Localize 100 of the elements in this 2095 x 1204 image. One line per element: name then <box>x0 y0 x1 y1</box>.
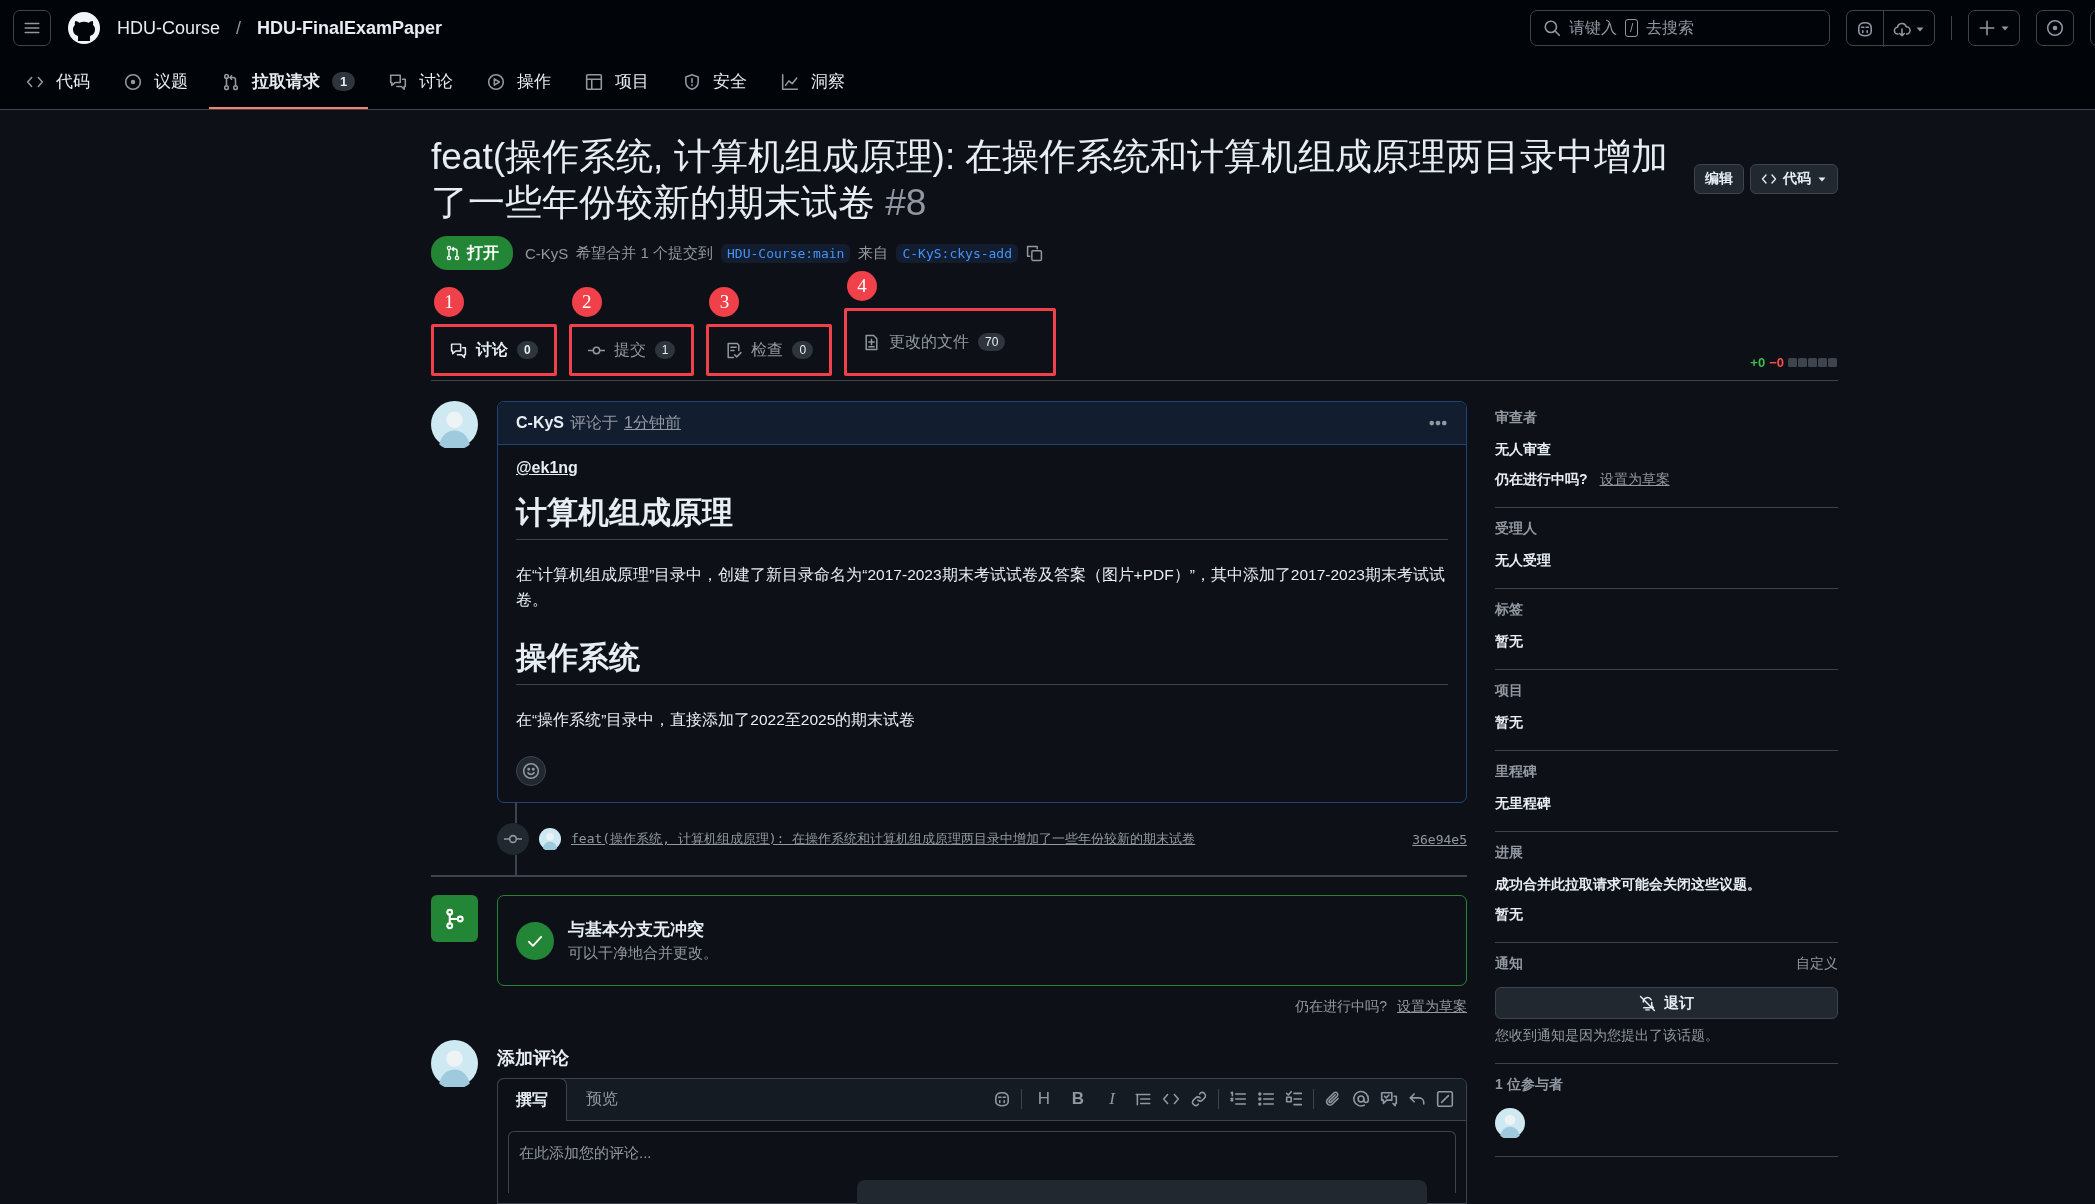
reaction-button[interactable] <box>516 756 546 786</box>
diffstat-bar-icon <box>1788 357 1838 367</box>
commit-message-link[interactable]: feat(操作系统, 计算机组成原理): 在操作系统和计算机组成原理两目录中增加了一些年份较新的期末试卷 <box>571 830 1196 848</box>
tab-label: 拉取请求 <box>252 71 320 93</box>
sidebar-heading: 受理人 <box>1495 520 1537 538</box>
fullscreen-icon[interactable] <box>1436 1090 1454 1108</box>
pr-tab[interactable]: 更改的文件 70 <box>855 325 1014 359</box>
pr-tab[interactable]: 检查 0 <box>717 333 822 367</box>
sidebar-value: 成功合并此拉取请求可能会关闭这些议题。 <box>1495 876 1762 894</box>
pr-tab[interactable]: 讨论 0 <box>442 333 546 367</box>
create-button[interactable] <box>1968 10 2020 46</box>
graph-icon <box>781 72 800 91</box>
branch-label[interactable]: C-KyS:ckys-add <box>896 243 1018 263</box>
shield-icon <box>683 72 702 91</box>
paragraph: 在“计算机组成原理”目录中，创建了新目录命名为“2017-2023期末考试试卷及答案（图片+PDF）”，其中添加了2017-2023期末考试试卷。 <box>516 565 1446 610</box>
checklist-icon <box>725 341 743 359</box>
author-link[interactable]: C-KyS <box>525 244 569 262</box>
menu-button[interactable] <box>13 10 51 46</box>
deletions-count: −0 <box>1769 354 1784 370</box>
breadcrumb-link[interactable]: HDU-FinalExamPaper <box>257 17 443 39</box>
tab-label: 议题 <box>154 71 188 93</box>
draft-link[interactable]: 设置为草案 <box>1599 471 1670 489</box>
section-heading: 计算机组成原理 <box>516 491 1448 540</box>
issues-button[interactable] <box>2036 10 2074 46</box>
breadcrumb-link[interactable]: HDU-Course <box>117 17 221 39</box>
undo-icon[interactable] <box>1408 1090 1426 1108</box>
count-badge: 1 <box>332 72 356 91</box>
additions-count: +0 <box>1750 354 1766 370</box>
user-avatar <box>539 828 561 850</box>
smiley-icon <box>522 762 540 780</box>
sidebar-heading: 1 位参与者 <box>1495 1076 1563 1094</box>
code-dropdown-button[interactable]: 代码 <box>1750 164 1838 194</box>
mention-link[interactable]: @ek1ng <box>516 459 578 477</box>
format-button[interactable]: H <box>1032 1087 1056 1111</box>
repo-tab[interactable]: 安全 <box>670 56 761 109</box>
comment-action: 评论于 <box>570 412 618 433</box>
repo-tab[interactable]: 议题 <box>111 56 201 109</box>
repo-tab[interactable]: 洞察 <box>768 56 859 109</box>
format-button[interactable]: B <box>1066 1087 1090 1111</box>
repo-tab[interactable]: 拉取请求 1 <box>209 56 369 109</box>
draft-link[interactable]: 设置为草案 <box>1397 998 1467 1016</box>
link-icon[interactable] <box>1190 1090 1208 1108</box>
speech-bubbles-icon <box>389 72 408 91</box>
reference-icon[interactable] <box>1380 1090 1398 1108</box>
sidebar-heading: 审查者 <box>1495 409 1537 427</box>
annotation-marker: 4 <box>847 271 878 301</box>
search-field[interactable]: 请键入 / 去搜索 <box>1530 10 1830 46</box>
circle-dot-icon <box>124 72 142 91</box>
branch-label[interactable]: HDU-Course:main <box>721 243 851 263</box>
numbered-list-icon[interactable] <box>1229 1090 1247 1108</box>
logo-icon[interactable] <box>67 11 101 45</box>
annotation-marker: 3 <box>709 287 740 317</box>
pr-tab[interactable]: 提交 1 <box>579 333 684 367</box>
annotation-marker: 2 <box>571 287 602 317</box>
customize-link[interactable]: 自定义 <box>1796 955 1838 973</box>
status-badge: 打开 <box>431 236 513 270</box>
sidebar-heading: 通知 <box>1495 955 1523 973</box>
unsubscribe-button[interactable]: 退订 <box>1495 987 1838 1019</box>
repo-tab[interactable]: 操作 <box>474 56 565 109</box>
repo-tab[interactable]: 代码 <box>13 56 103 109</box>
section-title: 添加评论 <box>497 1047 570 1070</box>
bell-slash-icon <box>1639 994 1656 1012</box>
sidebar-value: 暂无 <box>1495 906 1524 924</box>
tab-label: 洞察 <box>811 71 846 93</box>
task-list-icon[interactable] <box>1285 1090 1303 1108</box>
mention-icon[interactable] <box>1352 1090 1370 1108</box>
participant-avatar <box>1495 1108 1525 1138</box>
repo-tab[interactable]: 讨论 <box>376 56 467 109</box>
breadcrumb-separator: / <box>236 17 242 39</box>
draft-question: 仍在进行中吗? <box>1495 471 1588 489</box>
table-icon <box>585 72 604 91</box>
user-avatar <box>431 401 478 448</box>
sidebar-heading: 进展 <box>1495 844 1523 862</box>
robot-icon[interactable] <box>993 1090 1011 1108</box>
paperclip-icon[interactable] <box>1324 1090 1342 1108</box>
user-avatar <box>431 1040 478 1087</box>
commit-sha-link[interactable]: 36e94e5 <box>1412 831 1467 847</box>
pull-request-icon <box>222 72 240 91</box>
plus-icon <box>1978 19 1996 37</box>
edit-button[interactable]: 编辑 <box>1694 164 1744 194</box>
repo-tab[interactable]: 项目 <box>572 56 663 109</box>
sidebar-heading: 里程碑 <box>1495 763 1537 781</box>
paragraph: 在“操作系统”目录中，直接添加了2022至2025的期末试卷 <box>516 710 917 730</box>
speech-bubbles-icon <box>450 341 467 359</box>
editor-tab[interactable]: 撰写 <box>497 1078 567 1121</box>
editor-tab[interactable]: 预览 <box>567 1078 637 1120</box>
sidebar-value: 无人受理 <box>1495 552 1552 570</box>
search-icon <box>1543 19 1561 37</box>
copy-icon[interactable] <box>1026 244 1043 262</box>
notification-note: 您收到通知是因为您提出了该话题。 <box>1495 1027 1720 1045</box>
timestamp-link[interactable]: 1分钟前 <box>624 412 681 434</box>
tab-label: 讨论 <box>419 71 454 93</box>
annotation-marker: 1 <box>434 287 464 317</box>
sidebar-heading: 项目 <box>1495 682 1523 700</box>
author-link[interactable]: C-KyS <box>516 414 564 432</box>
format-button[interactable]: I <box>1100 1087 1124 1111</box>
pull-request-icon <box>445 245 461 261</box>
draft-question: 仍在进行中吗? <box>1295 998 1387 1016</box>
bullet-list-icon[interactable] <box>1257 1090 1275 1108</box>
merge-status-title: 与基本分支无冲突 <box>568 919 705 941</box>
